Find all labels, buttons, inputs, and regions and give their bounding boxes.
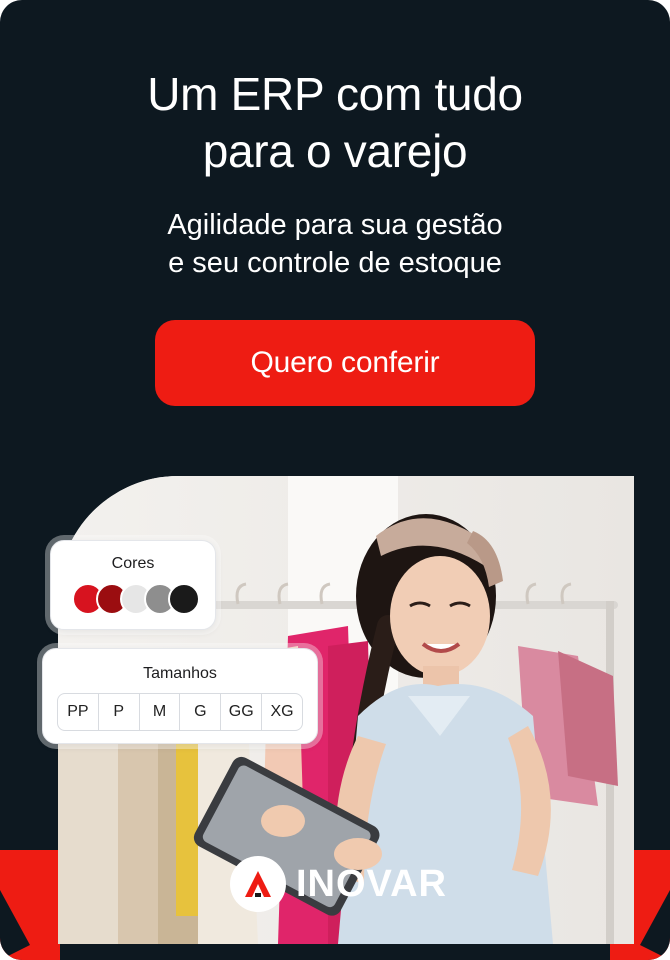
inovar-logo-icon: [230, 856, 286, 912]
headline: Um ERP com tudo para o varejo: [0, 66, 670, 180]
cta-button[interactable]: Quero conferir: [155, 320, 535, 406]
ad-card: Um ERP com tudo para o varejo Agilidade …: [0, 0, 670, 960]
size-option-gg[interactable]: GG: [220, 694, 261, 730]
headline-line-1: Um ERP com tudo: [147, 68, 523, 120]
size-option-p[interactable]: P: [97, 694, 139, 730]
subheadline-line-1: Agilidade para sua gestão: [167, 209, 503, 241]
sizes-card: Tamanhos PP P M G GG XG: [42, 648, 318, 744]
colors-card: Cores: [50, 540, 216, 630]
subheadline-line-2: e seu controle de estoque: [168, 247, 502, 279]
color-swatches: [51, 583, 215, 615]
brand-logo: INOVAR: [230, 856, 447, 912]
subheadline: Agilidade para sua gestão e seu controle…: [0, 206, 670, 282]
color-swatch-black[interactable]: [168, 583, 200, 615]
size-selector: PP P M G GG XG: [57, 693, 303, 731]
size-option-g[interactable]: G: [179, 694, 220, 730]
headline-line-2: para o varejo: [202, 125, 468, 177]
sizes-title: Tamanhos: [143, 665, 217, 682]
size-option-xg[interactable]: XG: [261, 694, 302, 730]
size-option-pp[interactable]: PP: [58, 694, 98, 730]
brand-name: INOVAR: [296, 862, 447, 905]
size-option-m[interactable]: M: [138, 694, 180, 730]
colors-title: Cores: [111, 555, 155, 572]
